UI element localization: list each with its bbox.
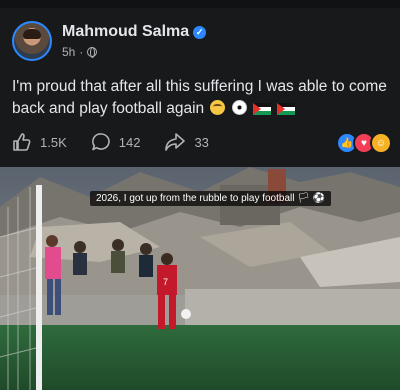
palestine-flag-icon	[253, 103, 272, 115]
post-time[interactable]: 5h	[62, 45, 75, 59]
comment-button[interactable]: 142	[91, 132, 141, 152]
top-strip	[0, 0, 400, 8]
palestine-flag-icon	[277, 103, 296, 115]
like-button[interactable]: 1.5K	[12, 132, 67, 152]
crying-face-icon	[210, 100, 226, 115]
soccer-ball-icon	[231, 100, 247, 115]
comment-count: 142	[118, 134, 141, 150]
globe-icon	[87, 47, 98, 58]
author-name[interactable]: Mahmoud Salma	[62, 23, 189, 41]
svg-text:7: 7	[163, 277, 168, 287]
name-row: Mahmoud Salma ✓	[62, 23, 207, 41]
separator-dot: ·	[79, 45, 84, 59]
post-subline: 5h ·	[62, 45, 206, 59]
post-header: Mahmoud Salma ✓ 5h ·	[12, 18, 207, 64]
thumbs-up-icon	[13, 133, 31, 151]
share-count: 33	[194, 134, 209, 150]
verified-badge-icon: ✓	[193, 25, 207, 39]
author-avatar[interactable]	[12, 21, 52, 61]
post-actions: 1.5K 142 33 👍 ♥ ☺	[12, 130, 392, 154]
like-count: 1.5K	[40, 134, 67, 150]
share-arrow-icon	[165, 133, 186, 151]
post-text: I'm proud that after all this suffering …	[12, 78, 387, 117]
share-button[interactable]: 33	[164, 132, 209, 152]
reaction-summary[interactable]: 👍 ♥ ☺	[336, 132, 392, 154]
post-body: I'm proud that after all this suffering …	[12, 76, 390, 120]
comment-bubble-icon	[91, 133, 110, 151]
photo-caption: 2026, I got up from the rubble to play f…	[90, 191, 332, 206]
care-reaction-icon: ☺	[370, 132, 392, 154]
author-meta: Mahmoud Salma ✓ 5h ·	[62, 23, 207, 59]
